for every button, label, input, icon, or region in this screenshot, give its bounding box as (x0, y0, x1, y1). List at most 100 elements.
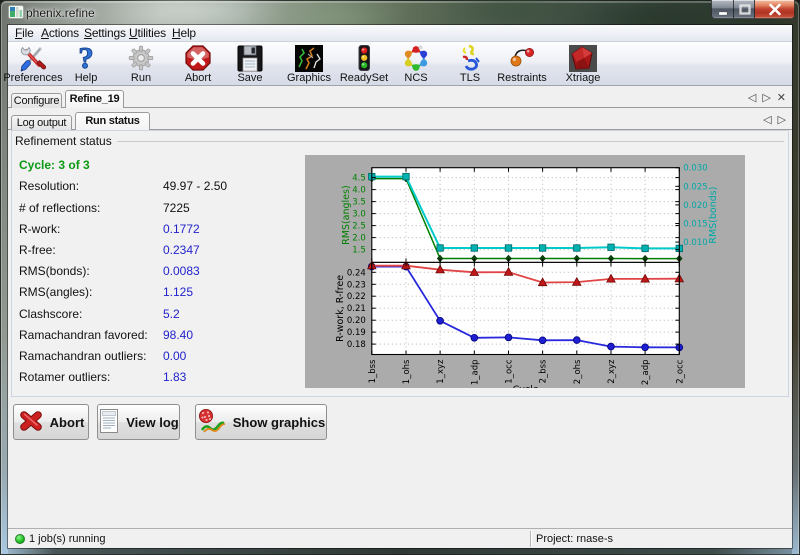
stat-value: 98.40 (163, 328, 193, 342)
run-status-panel: Refinement status Cycle: 3 of 3Resolutio… (11, 130, 789, 397)
maximize-button[interactable] (733, 0, 755, 19)
svg-text:?: ? (78, 44, 94, 73)
tab-run-status[interactable]: Run status (75, 112, 150, 130)
abort-icon (183, 44, 213, 73)
client-area: File Actions Settings Utilities Help Pre… (8, 25, 792, 548)
window-title: phenix.refine (26, 0, 95, 25)
menu-help[interactable]: Help (172, 25, 196, 41)
title-bar[interactable]: phenix.refine (0, 0, 800, 25)
stat-label: Cycle: 3 of 3 (19, 158, 90, 172)
svg-text:0.24: 0.24 (347, 268, 366, 278)
ncs-icon (401, 44, 431, 73)
menu-settings[interactable]: Settings (84, 25, 126, 41)
button-label: Abort (50, 415, 85, 430)
tab-refine-19[interactable]: Refine_19 (65, 90, 124, 108)
svg-text:1.5: 1.5 (352, 246, 366, 256)
section-divider (117, 141, 784, 142)
menu-actions[interactable]: Actions (41, 25, 79, 41)
toolbar-button-label: Save (218, 73, 282, 84)
svg-text:2_adp: 2_adp (641, 360, 651, 386)
svg-text:0.020: 0.020 (683, 201, 707, 211)
toolbar-button-label: Xtriage (551, 73, 615, 84)
svg-text:2_xyz: 2_xyz (607, 359, 617, 384)
toolbar-button-xtriage[interactable]: Xtriage (551, 42, 615, 86)
svg-text:0.19: 0.19 (347, 328, 366, 338)
svg-text:2_ohs: 2_ohs (573, 359, 583, 384)
graphics-icon (294, 44, 324, 73)
tab-controls: ◁ ▷ ✕ (748, 92, 786, 105)
toolbar-button-restraints[interactable]: Restraints (490, 42, 554, 86)
stat-label: Ramachandran favored: (19, 328, 148, 342)
svg-text:4.5: 4.5 (352, 174, 366, 184)
toolbar-button-label: Restraints (490, 73, 554, 84)
tab-controls: ◁ ▷ (763, 114, 786, 127)
toolbar-button-label: Run (109, 73, 173, 84)
tab-close-icon[interactable]: ✕ (777, 92, 786, 105)
svg-text:4.0: 4.0 (352, 186, 366, 196)
minimize-button[interactable] (711, 0, 733, 19)
toolbar-button-run[interactable]: Run (109, 42, 173, 86)
tab-scroll-right-icon[interactable]: ▷ (762, 92, 770, 105)
toolbar: Preferences ? Help Run Abort Save Graphi… (8, 42, 792, 86)
close-button[interactable] (755, 0, 795, 19)
stat-label: Clashscore: (19, 307, 82, 321)
svg-text:1_occ: 1_occ (505, 359, 515, 384)
tab-log-output[interactable]: Log output (11, 115, 72, 130)
svg-text:2_bss: 2_bss (539, 359, 549, 383)
svg-text:1_ohs: 1_ohs (402, 359, 412, 384)
svg-text:3.5: 3.5 (352, 198, 366, 208)
svg-text:0.030: 0.030 (683, 164, 707, 174)
svg-text:0.21: 0.21 (347, 304, 366, 314)
refinement-chart: 1.52.02.53.03.54.04.50.0100.0150.0200.02… (305, 155, 745, 388)
button-label: Show graphics (233, 415, 325, 430)
stat-label: Ramachandran outliers: (19, 349, 146, 363)
show-graphics-button[interactable]: Show graphics (195, 404, 327, 440)
stat-label: R-free: (19, 243, 56, 257)
stat-value: 0.1772 (163, 222, 200, 236)
application-icon (8, 5, 24, 19)
tab-scroll-left-icon[interactable]: ◁ (748, 92, 756, 105)
svg-text:1_xyz: 1_xyz (436, 359, 446, 384)
preferences-icon (18, 44, 48, 73)
button-label: View log (126, 415, 179, 430)
stat-value: 1.125 (163, 285, 193, 299)
svg-text:0.18: 0.18 (347, 340, 366, 350)
xtriage-icon (568, 44, 598, 73)
toolbar-button-save[interactable]: Save (218, 42, 282, 86)
stat-value: 0.0083 (163, 264, 200, 278)
run-icon (126, 44, 156, 73)
project-status-text: Project: rnase-s (536, 533, 613, 545)
svg-text:0.025: 0.025 (683, 182, 707, 192)
help-icon: ? (71, 44, 101, 73)
svg-text:0.23: 0.23 (347, 280, 366, 290)
subtab-scroll-right-icon[interactable]: ▷ (778, 114, 786, 127)
abort-button[interactable]: Abort (13, 404, 89, 440)
menu-utilities[interactable]: Utilities (129, 25, 166, 41)
restraints-icon (507, 44, 537, 73)
section-header: Refinement status (15, 134, 784, 148)
window-bottom-border (8, 548, 792, 555)
svg-text:2_occ: 2_occ (675, 359, 685, 384)
save-icon (235, 44, 265, 73)
main-tab-bar: ◁ ▷ ✕ ConfigureRefine_19 (8, 89, 792, 108)
stat-label: RMS(bonds): (19, 264, 90, 278)
tab-configure[interactable]: Configure (11, 93, 62, 108)
stat-label: RMS(angles): (19, 285, 92, 299)
view-log-icon (98, 408, 120, 437)
job-status-icon (15, 534, 25, 544)
stat-value: 49.97 - 2.50 (163, 179, 227, 193)
subtab-scroll-left-icon[interactable]: ◁ (763, 114, 771, 127)
stat-value: 1.83 (163, 370, 186, 384)
stat-value: 7225 (163, 201, 190, 215)
sub-tab-bar: ◁ ▷ Log outputRun status (8, 111, 792, 130)
stat-value: 5.2 (163, 307, 180, 321)
stat-value: 0.00 (163, 349, 186, 363)
application-window: phenix.refine File Actions Settings Util… (0, 0, 800, 555)
view-log-button[interactable]: View log (97, 404, 180, 440)
svg-text:Cycle: Cycle (513, 385, 539, 389)
stat-value: 0.2347 (163, 243, 200, 257)
svg-text:2.0: 2.0 (352, 234, 366, 244)
window-controls (711, 0, 795, 19)
menu-file[interactable]: File (15, 25, 34, 41)
svg-text:R-work, R-free: R-work, R-free (335, 275, 346, 342)
